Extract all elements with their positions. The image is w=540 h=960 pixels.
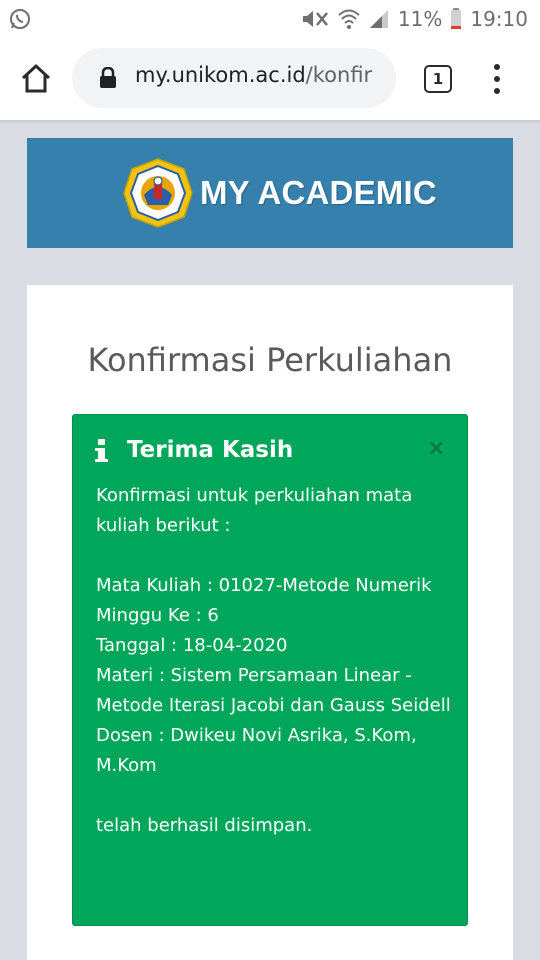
alert-outro: telah berhasil disimpan. xyxy=(96,815,313,836)
home-icon[interactable] xyxy=(19,62,53,96)
content-card: Konfirmasi Perkuliahan Terima Kasih × Ko… xyxy=(27,285,513,960)
mute-icon xyxy=(302,8,330,30)
status-icons: 11% 19:10 xyxy=(302,5,528,33)
clock: 19:10 xyxy=(470,7,528,31)
browser-toolbar: my.unikom.ac.id/konfir 1 xyxy=(0,38,540,120)
tab-switcher-button[interactable]: 1 xyxy=(424,65,452,93)
alert-body: Konfirmasi untuk perkuliahan mata kuliah… xyxy=(96,481,451,841)
url-text: my.unikom.ac.id/konfir xyxy=(135,63,372,87)
url-host: my.unikom.ac.id xyxy=(135,63,306,87)
close-icon[interactable]: × xyxy=(427,436,445,461)
info-icon xyxy=(95,439,109,465)
wifi-icon xyxy=(338,8,360,30)
alert-materi: Materi : Sistem Persamaan Linear - Metod… xyxy=(96,665,451,716)
success-alert: Terima Kasih × Konfirmasi untuk perkulia… xyxy=(72,414,468,926)
alert-title: Terima Kasih xyxy=(127,437,294,463)
alert-spacer xyxy=(96,781,451,811)
status-bar: 11% 19:10 xyxy=(0,0,540,38)
address-bar[interactable]: my.unikom.ac.id/konfir xyxy=(72,48,396,108)
academic-banner: MY ACADEMIC xyxy=(27,138,513,248)
alert-spacer xyxy=(96,541,451,571)
alert-tanggal: Tanggal : 18-04-2020 xyxy=(96,635,288,656)
toolbar-shadow xyxy=(0,120,540,124)
lock-icon xyxy=(99,66,117,89)
overflow-menu-icon[interactable] xyxy=(488,64,506,94)
alert-minggu: Minggu Ke : 6 xyxy=(96,605,219,626)
unikom-logo xyxy=(122,157,194,229)
alert-intro: Konfirmasi untuk perkuliahan mata kuliah… xyxy=(96,485,413,536)
page-title: Konfirmasi Perkuliahan xyxy=(87,341,453,379)
battery-percent: 11% xyxy=(397,7,443,31)
signal-icon xyxy=(368,8,390,30)
url-path: /konfir xyxy=(305,63,373,87)
battery-icon xyxy=(450,8,462,30)
banner-title: MY ACADEMIC xyxy=(200,174,437,211)
alert-dosen: Dosen : Dwikeu Novi Asrika, S.Kom, M.Kom xyxy=(96,725,417,776)
whatsapp-icon xyxy=(8,7,32,31)
alert-mata-kuliah: Mata Kuliah : 01027-Metode Numerik xyxy=(96,575,432,596)
